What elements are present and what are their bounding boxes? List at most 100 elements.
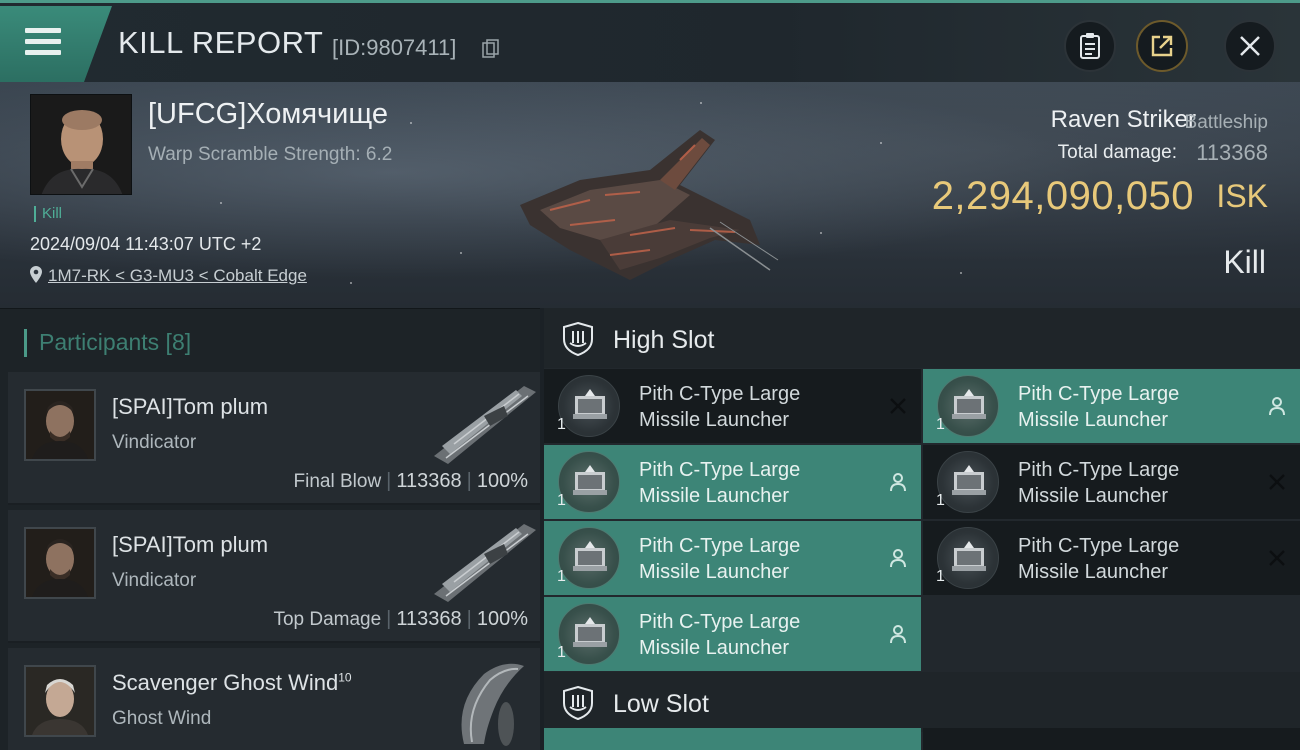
participant-ship: Vindicator (112, 570, 197, 591)
participant-name[interactable]: [SPAI]Tom plum (112, 532, 268, 558)
location-link[interactable]: 1M7-RK < G3-MU3 < Cobalt Edge (48, 266, 307, 285)
participant-name[interactable]: [SPAI]Tom plum (112, 394, 268, 420)
header-bar: KILL REPORT [ID:9807411] (0, 0, 1300, 82)
close-button[interactable] (1224, 20, 1276, 72)
module-slot[interactable]: 1 Pith C-Type Large Missile Launcher (923, 369, 1300, 443)
missile-launcher-icon (558, 451, 620, 513)
module-name: Pith C-Type Large Missile Launcher (639, 459, 801, 507)
low-slot-header[interactable]: Low Slot (544, 672, 1300, 732)
participant-percent: 100% (476, 608, 528, 630)
victim-hero: [UFCG]Хомячище Warp Scramble Strength: 6… (0, 82, 1300, 308)
page-title: KILL REPORT (118, 25, 324, 60)
module-slot[interactable]: 1 Pith C-Type Large Missile Launcher (923, 521, 1300, 595)
participant-ship-image (434, 386, 536, 464)
report-id: [ID:9807411] (332, 35, 457, 60)
participant-card[interactable]: [SPAI]Tom plum Vindicator Final Blow | 113… (8, 372, 540, 505)
victim-name[interactable]: [UFCG]Хомячище (148, 98, 388, 131)
victim-ship-name[interactable]: Raven Striker (1051, 106, 1196, 134)
copy-icon[interactable] (482, 39, 500, 59)
participant-name-text: Scavenger Ghost Wind (112, 670, 339, 695)
participant-avatar (24, 665, 96, 737)
module-quantity: 1 (936, 416, 945, 433)
module-quantity: 1 (936, 568, 945, 585)
missile-launcher-icon (937, 527, 999, 589)
participant-stats: Top Damage | 113368 | 100% (273, 608, 528, 630)
missile-launcher-icon (937, 451, 999, 513)
participants-header[interactable]: Participants [8] (24, 329, 191, 357)
kill-datetime: 2024/09/04 11:43:07 UTC +2 (30, 234, 262, 254)
close-icon (1240, 36, 1260, 56)
participant-avatar (24, 527, 96, 599)
participant-stat-label: Final Blow (293, 471, 382, 492)
high-slot-label: High Slot (613, 326, 715, 354)
participant-stat-label: Top Damage (273, 609, 382, 630)
x-icon (1269, 474, 1285, 490)
module-slot[interactable]: 1 Pith C-Type Large Missile Launcher (544, 445, 921, 519)
participant-ship-image (434, 524, 536, 602)
person-icon (890, 549, 906, 568)
module-slot[interactable]: 1 Pith C-Type Large Missile Launcher (923, 445, 1300, 519)
warp-scramble-strength: Warp Scramble Strength: 6.2 (148, 144, 393, 165)
participant-ship: Vindicator (112, 432, 197, 453)
kill-location[interactable]: 1M7-RK < G3-MU3 < Cobalt Edge (30, 266, 307, 286)
participant-damage: 113368 (396, 608, 462, 630)
person-icon (890, 625, 906, 644)
module-quantity: 1 (936, 492, 945, 509)
shield-slot-icon (563, 686, 593, 720)
clipboard-icon (1080, 33, 1100, 59)
module-name: Pith C-Type Large Missile Launcher (1018, 535, 1180, 583)
participant-ship-image (461, 663, 524, 746)
missile-launcher-icon (558, 603, 620, 665)
participant-percent: 100% (476, 470, 528, 492)
victim-portrait[interactable] (30, 94, 132, 195)
module-slot-partial[interactable] (923, 728, 1300, 750)
clipboard-button[interactable] (1064, 20, 1116, 72)
kill-tag: Kill (34, 206, 62, 222)
kill-result: Kill (1223, 244, 1266, 280)
module-slot[interactable]: 1 Pith C-Type Large Missile Launcher (544, 521, 921, 595)
module-slot-partial[interactable] (544, 728, 921, 750)
total-damage-value: 113368 (1196, 140, 1268, 165)
person-icon (1269, 397, 1285, 416)
share-button[interactable] (1136, 20, 1188, 72)
menu-button[interactable] (0, 6, 112, 82)
module-name: Pith C-Type Large Missile Launcher (639, 383, 801, 431)
isk-value: 2,294,090,050 (931, 174, 1194, 218)
person-icon (890, 473, 906, 492)
isk-unit: ISK (1216, 178, 1268, 214)
x-icon (890, 398, 906, 414)
fitting-slots-panel: High Slot 1 Pith C-Type Large Missile Lau… (544, 308, 1300, 750)
participant-avatar (24, 389, 96, 461)
missile-launcher-icon (558, 527, 620, 589)
share-icon (1151, 35, 1173, 57)
participants-panel: Participants [8] [SPAI]Tom plum Vindicat… (0, 308, 540, 750)
module-quantity: 1 (557, 644, 566, 661)
victim-ship-class: Battleship (1184, 112, 1268, 133)
total-damage-label: Total damage: (1057, 142, 1177, 163)
participant-name[interactable]: Scavenger Ghost Wind10 (112, 670, 352, 696)
module-slot[interactable]: 1 Pith C-Type Large Missile Launcher (544, 597, 921, 671)
participant-stats: Final Blow | 113368 | 100% (293, 470, 528, 492)
module-quantity: 1 (557, 492, 566, 509)
missile-launcher-icon (937, 375, 999, 437)
participant-damage: 113368 (396, 470, 462, 492)
shield-slot-icon (563, 322, 593, 356)
module-name: Pith C-Type Large Missile Launcher (639, 535, 801, 583)
participant-card[interactable]: Scavenger Ghost Wind10 Ghost Wind (8, 648, 540, 750)
module-quantity: 1 (557, 568, 566, 585)
high-slot-header[interactable]: High Slot (544, 308, 1300, 368)
module-name: Pith C-Type Large Missile Launcher (639, 611, 801, 659)
location-pin-icon (30, 266, 42, 283)
module-quantity: 1 (557, 416, 566, 433)
module-name: Pith C-Type Large Missile Launcher (1018, 459, 1180, 507)
menu-icon (25, 28, 61, 58)
victim-ship-image (520, 130, 779, 280)
missile-launcher-icon (558, 375, 620, 437)
low-slot-label: Low Slot (613, 690, 709, 718)
participant-card[interactable]: [SPAI]Tom plum Vindicator Top Damage | 113… (8, 510, 540, 643)
x-icon (1269, 550, 1285, 566)
participant-ship: Ghost Wind (112, 708, 212, 729)
module-name: Pith C-Type Large Missile Launcher (1018, 383, 1180, 431)
participant-level: 10 (338, 670, 352, 685)
module-slot[interactable]: 1 Pith C-Type Large Missile Launcher (544, 369, 921, 443)
